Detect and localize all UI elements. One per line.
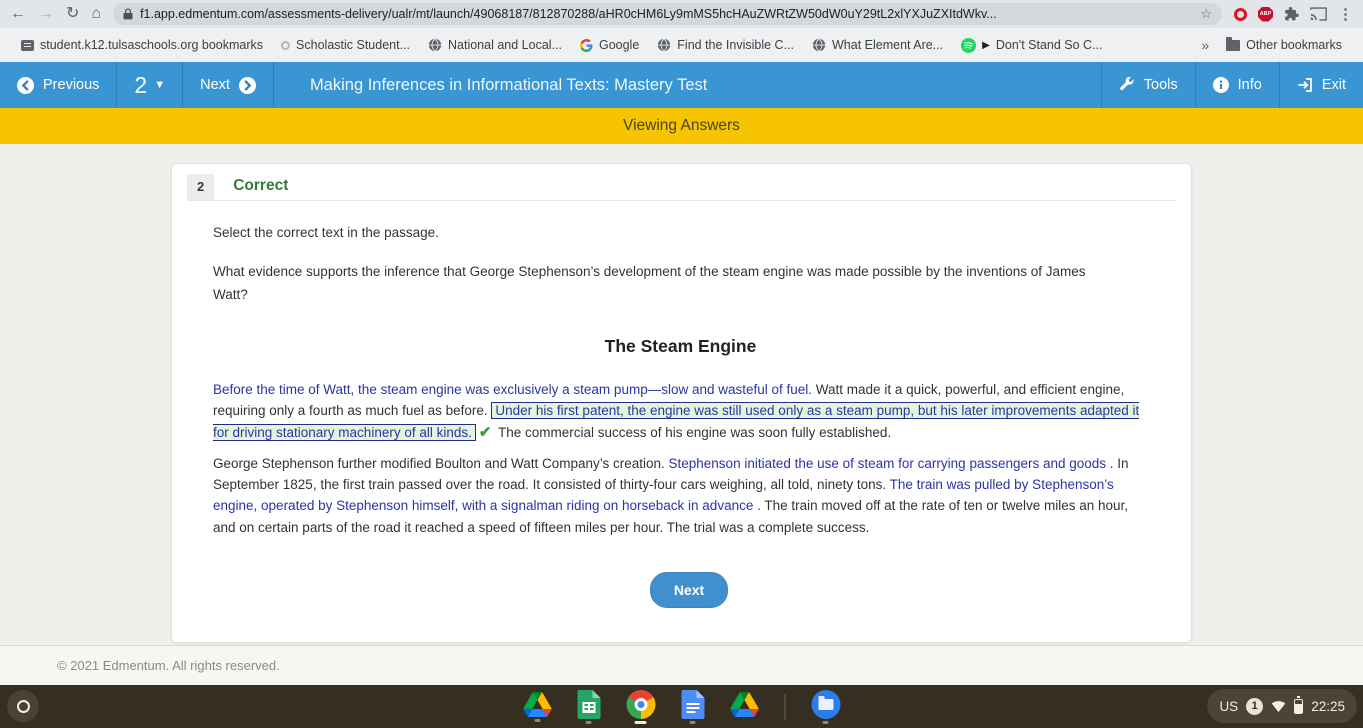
- page-footer: © 2021 Edmentum. All rights reserved.: [0, 645, 1363, 685]
- google-g-icon: [579, 38, 593, 52]
- chromeos-shelf: US 1 22:25: [0, 685, 1363, 728]
- answer-option-1[interactable]: Before the time of Watt, the steam engin…: [213, 382, 812, 397]
- globe-icon: [428, 38, 442, 52]
- info-button[interactable]: Info: [1194, 62, 1279, 108]
- spotify-icon: [961, 37, 977, 53]
- google-drive-app[interactable]: [523, 691, 551, 722]
- browser-toolbar: ← → ↻ ⌂ f1.app.edmentum.com/assessments-…: [0, 0, 1363, 28]
- answer-option-2[interactable]: Stephenson initiated the use of steam fo…: [669, 456, 1107, 471]
- google-drive-app-2[interactable]: [730, 691, 758, 722]
- bookmarks-overflow-icon[interactable]: »: [1193, 37, 1217, 53]
- files-icon: [811, 689, 840, 719]
- assessment-title: Making Inferences in Informational Texts…: [309, 75, 708, 94]
- passage: The Steam Engine Before the time of Watt…: [213, 336, 1148, 538]
- passage-title: The Steam Engine: [604, 336, 757, 356]
- bookmark-google[interactable]: Google: [571, 38, 648, 52]
- question-prompt: What evidence supports the inference tha…: [213, 264, 1086, 302]
- question-card: 2 Correct Select the correct text in the…: [171, 163, 1192, 644]
- url-text: f1.app.edmentum.com/assessments-delivery…: [140, 7, 997, 21]
- address-bar[interactable]: f1.app.edmentum.com/assessments-delivery…: [113, 3, 1222, 25]
- files-app[interactable]: [811, 689, 840, 724]
- google-drive-icon: [730, 691, 758, 717]
- google-drive-icon: [523, 691, 551, 717]
- previous-circle-arrow-icon: [17, 76, 34, 94]
- status-tray[interactable]: US 1 22:25: [1207, 689, 1357, 723]
- google-sheets-app[interactable]: [577, 689, 600, 724]
- next-button-header[interactable]: Next: [183, 62, 274, 108]
- assessment-header: Previous 2 ▼ Next Making Inferences in I…: [0, 62, 1363, 108]
- running-indicator: [822, 720, 829, 724]
- wrench-icon: [1120, 77, 1134, 91]
- next-question-button[interactable]: Next: [649, 572, 729, 609]
- bookmark-tulsaschools[interactable]: student.k12.tulsaschools.org bookmarks: [12, 38, 272, 52]
- info-icon: [1212, 77, 1229, 93]
- lock-icon: [123, 8, 133, 20]
- battery-icon: [1294, 696, 1304, 714]
- chrome-icon: [626, 689, 655, 719]
- running-indicator: [534, 718, 540, 722]
- play-icon: ▶: [982, 39, 990, 51]
- running-indicator: [689, 720, 696, 724]
- google-sheets-icon: [577, 689, 600, 719]
- question-card-header: 2 Correct: [187, 174, 1176, 201]
- google-docs-icon: [681, 689, 704, 719]
- copyright-text: © 2021 Edmentum. All rights reserved.: [57, 658, 280, 673]
- bookmarks-journal-icon: [21, 39, 34, 51]
- exit-icon: [1298, 78, 1312, 92]
- passage-text: George Stephenson further modified Boult…: [213, 455, 669, 471]
- question-number-badge: 2: [187, 174, 215, 200]
- correct-checkmark-icon: ✔: [478, 423, 492, 441]
- globe-icon: [812, 38, 826, 52]
- globe-icon: [658, 38, 671, 52]
- cast-icon[interactable]: [1310, 7, 1327, 21]
- browser-menu-icon[interactable]: ⋮: [1338, 5, 1353, 23]
- viewing-answers-banner: Viewing Answers: [0, 108, 1363, 144]
- reload-icon[interactable]: ↻: [66, 6, 79, 22]
- header-spacer: [707, 62, 1100, 108]
- tools-button[interactable]: Tools: [1100, 62, 1195, 108]
- bookmarks-bar: student.k12.tulsaschools.org bookmarks S…: [0, 28, 1363, 62]
- chevron-down-icon: ▼: [154, 79, 166, 91]
- exit-button[interactable]: Exit: [1278, 62, 1363, 108]
- previous-button[interactable]: Previous: [0, 62, 118, 108]
- next-circle-arrow-icon: [238, 76, 256, 94]
- result-status: Correct: [233, 177, 289, 194]
- bookmark-national-local[interactable]: National and Local...: [419, 38, 571, 52]
- bookmark-star-icon[interactable]: ☆: [1200, 6, 1212, 22]
- question-number-dropdown[interactable]: 2 ▼: [117, 62, 184, 108]
- shelf-separator: [784, 693, 785, 720]
- google-docs-app[interactable]: [681, 689, 704, 724]
- generic-site-icon: [281, 40, 291, 50]
- passage-text: The commercial success of his engine was…: [494, 424, 892, 440]
- passage-paragraph-2: George Stephenson further modified Boult…: [213, 453, 1148, 538]
- wifi-icon: [1271, 701, 1286, 712]
- keyboard-layout: US: [1219, 698, 1239, 714]
- home-icon[interactable]: ⌂: [91, 6, 101, 22]
- question-instruction: Select the correct text in the passage.: [213, 225, 439, 240]
- banner-text: Viewing Answers: [623, 117, 740, 134]
- folder-icon: [1226, 36, 1241, 51]
- notification-badge: 1: [1246, 697, 1264, 715]
- bookmark-spotify[interactable]: ▶ Don't Stand So C...: [952, 37, 1111, 53]
- opera-extension-icon[interactable]: [1234, 7, 1247, 21]
- extension-icons: ABP ⋮: [1234, 5, 1353, 23]
- bookmark-scholastic[interactable]: Scholastic Student...: [272, 38, 419, 52]
- other-bookmarks[interactable]: Other bookmarks: [1217, 36, 1351, 52]
- main-content: 2 Correct Select the correct text in the…: [0, 144, 1363, 645]
- extensions-puzzle-icon[interactable]: [1284, 6, 1299, 22]
- chrome-app[interactable]: [626, 689, 655, 724]
- passage-paragraph-1: Before the time of Watt, the steam engin…: [213, 379, 1148, 443]
- bookmark-find-invisible[interactable]: Find the Invisible C...: [648, 38, 803, 52]
- clock: 22:25: [1311, 698, 1345, 714]
- adblock-plus-icon[interactable]: ABP: [1258, 6, 1273, 22]
- running-indicator: [585, 720, 592, 724]
- launcher-icon: [16, 699, 30, 713]
- active-indicator: [634, 720, 647, 724]
- forward-icon[interactable]: →: [38, 6, 54, 22]
- back-icon[interactable]: ←: [10, 6, 26, 22]
- launcher-button[interactable]: [7, 690, 39, 722]
- bookmark-what-element[interactable]: What Element Are...: [803, 38, 952, 52]
